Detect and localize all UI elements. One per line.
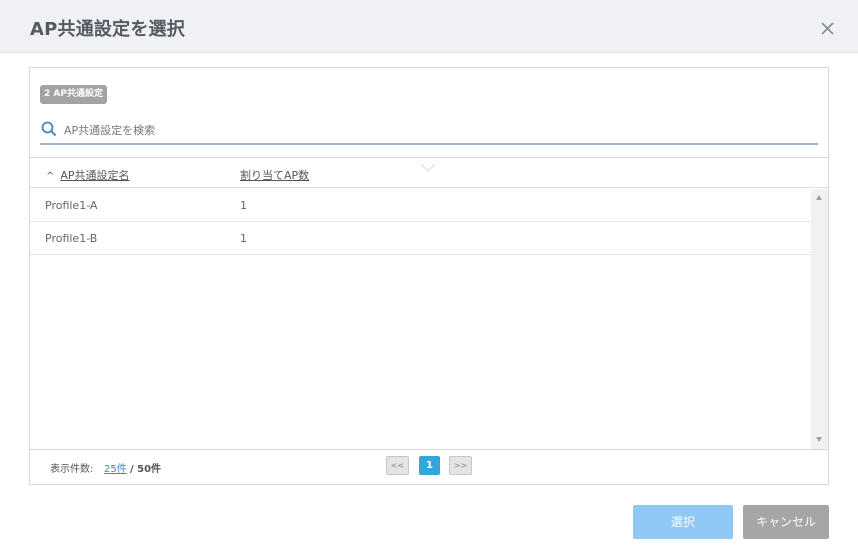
selection-panel: 2 AP共通設定 ^AP共通設定名 割り当てAP数 Profile1-A 1 P…: [29, 67, 829, 485]
column-header-ap-count[interactable]: 割り当てAP数: [240, 167, 309, 183]
page-size-link[interactable]: 25件: [104, 460, 127, 475]
display-count-label: 表示件数:: [50, 464, 94, 475]
column-header-profile-name[interactable]: ^ AP共通設定名: [46, 167, 130, 183]
dialog-header: AP共通設定を選択: [0, 0, 858, 53]
cell-profile-name: Profile1-B: [45, 232, 98, 245]
table-row[interactable]: Profile1-B 1: [30, 222, 811, 255]
search-icon: [41, 121, 57, 137]
scroll-down-icon[interactable]: [816, 437, 822, 442]
table-header: ^ AP共通設定名 割り当てAP数: [30, 158, 828, 188]
count-badge: 2 AP共通設定: [40, 85, 107, 104]
scroll-up-icon[interactable]: [816, 195, 822, 200]
close-icon[interactable]: [816, 17, 838, 39]
search-input[interactable]: [64, 119, 804, 141]
table-footer: 表示件数: 25件 / 50件 << 1 >>: [30, 449, 828, 484]
prev-page-button[interactable]: <<: [386, 456, 409, 475]
next-page-button[interactable]: >>: [449, 456, 472, 475]
sort-ascending-icon: ^: [46, 171, 55, 182]
total-count: / 50件: [130, 464, 162, 475]
cell-ap-count: 1: [240, 199, 247, 212]
current-page-button[interactable]: 1: [419, 456, 440, 475]
search-bar: [40, 116, 818, 145]
cancel-button[interactable]: キャンセル: [743, 505, 829, 539]
dialog-title: AP共通設定を選択: [30, 19, 185, 40]
cell-profile-name: Profile1-A: [45, 199, 98, 212]
cell-ap-count: 1: [240, 232, 247, 245]
vertical-scrollbar[interactable]: [811, 189, 828, 449]
table-row[interactable]: Profile1-A 1: [30, 189, 811, 222]
select-button[interactable]: 選択: [633, 505, 733, 539]
table-body: Profile1-A 1 Profile1-B 1: [30, 189, 811, 449]
